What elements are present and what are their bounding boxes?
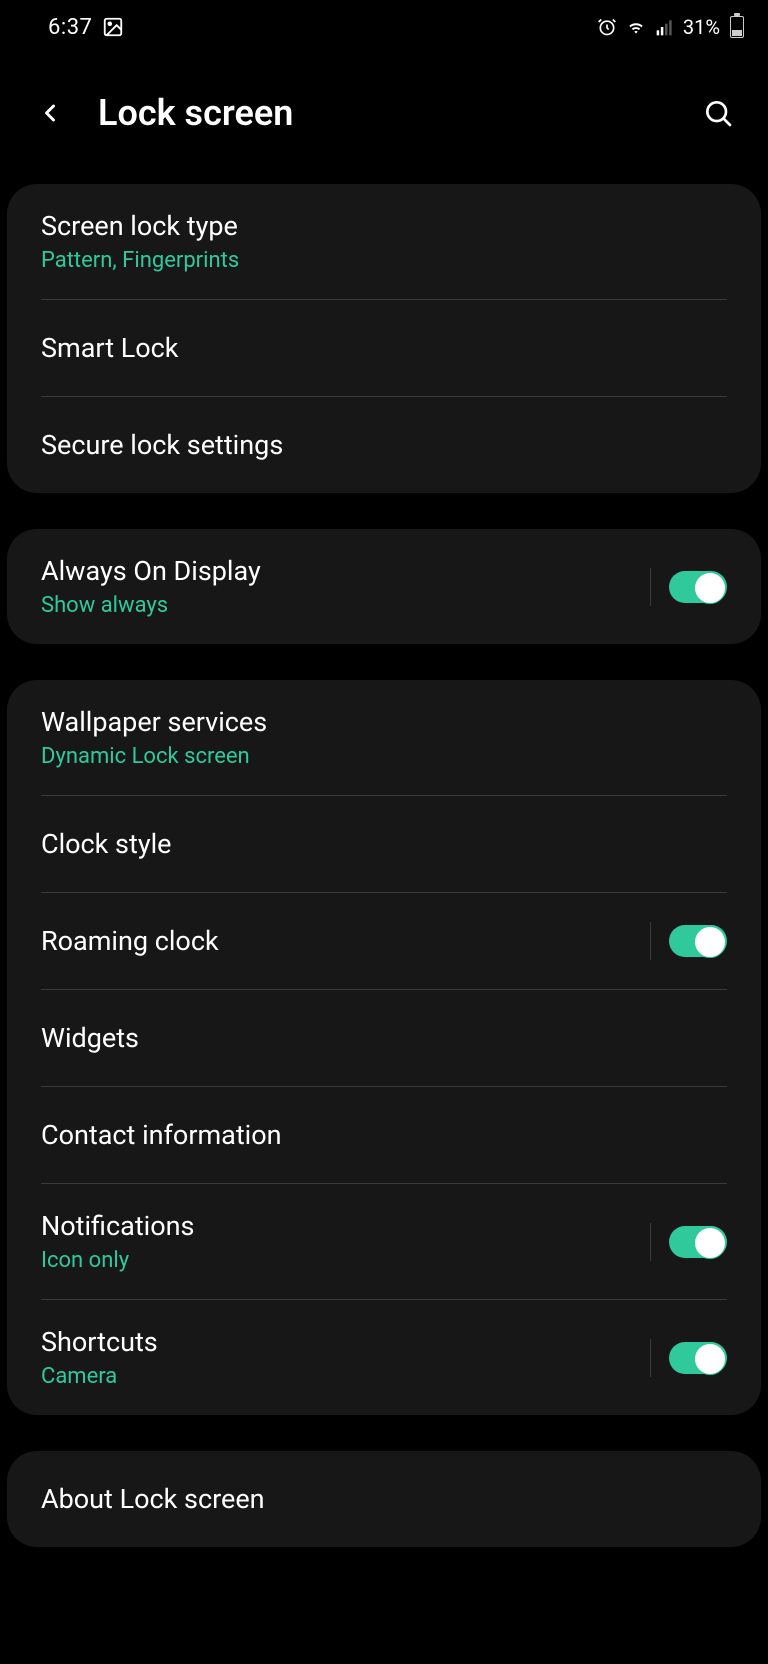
row-roaming-clock[interactable]: Roaming clock xyxy=(7,893,761,989)
row-title: Widgets xyxy=(41,1022,727,1054)
settings-group: Always On Display Show always xyxy=(7,529,761,644)
settings-group: Wallpaper services Dynamic Lock screen C… xyxy=(7,680,761,1415)
toggle-roaming-clock[interactable] xyxy=(669,925,727,957)
search-button[interactable] xyxy=(698,93,738,133)
row-shortcuts[interactable]: Shortcuts Camera xyxy=(7,1300,761,1415)
chevron-left-icon xyxy=(36,99,64,127)
row-subtitle: Show always xyxy=(41,593,632,618)
settings-group: About Lock screen xyxy=(7,1451,761,1547)
row-title: Wallpaper services xyxy=(41,706,727,738)
status-bar: 6:37 31% xyxy=(0,0,768,52)
row-title: Smart Lock xyxy=(41,332,727,364)
alarm-icon xyxy=(597,17,617,37)
row-title: Contact information xyxy=(41,1119,727,1151)
row-notifications[interactable]: Notifications Icon only xyxy=(7,1184,761,1299)
row-title: Notifications xyxy=(41,1210,632,1242)
row-screen-lock-type[interactable]: Screen lock type Pattern, Fingerprints xyxy=(7,184,761,299)
toggle-separator xyxy=(650,922,651,960)
row-title: Screen lock type xyxy=(41,210,727,242)
row-contact-information[interactable]: Contact information xyxy=(7,1087,761,1183)
row-subtitle: Icon only xyxy=(41,1248,632,1273)
toggle-shortcuts[interactable] xyxy=(669,1342,727,1374)
toggle-separator xyxy=(650,568,651,606)
row-smart-lock[interactable]: Smart Lock xyxy=(7,300,761,396)
row-clock-style[interactable]: Clock style xyxy=(7,796,761,892)
row-always-on-display[interactable]: Always On Display Show always xyxy=(7,529,761,644)
picture-icon xyxy=(102,16,124,38)
row-title: Shortcuts xyxy=(41,1326,632,1358)
toggle-separator xyxy=(650,1339,651,1377)
wifi-icon xyxy=(625,17,647,37)
settings-group: Screen lock type Pattern, Fingerprints S… xyxy=(7,184,761,493)
battery-percent: 31% xyxy=(683,15,720,39)
row-subtitle: Camera xyxy=(41,1364,632,1389)
row-title: Clock style xyxy=(41,828,727,860)
page-header: Lock screen xyxy=(0,52,768,184)
row-title: Roaming clock xyxy=(41,925,632,957)
status-time: 6:37 xyxy=(48,15,92,40)
row-secure-lock-settings[interactable]: Secure lock settings xyxy=(7,397,761,493)
row-title: About Lock screen xyxy=(41,1483,727,1515)
row-title: Always On Display xyxy=(41,555,632,587)
row-subtitle: Dynamic Lock screen xyxy=(41,744,727,769)
row-subtitle: Pattern, Fingerprints xyxy=(41,248,727,273)
back-button[interactable] xyxy=(30,93,70,133)
row-widgets[interactable]: Widgets xyxy=(7,990,761,1086)
page-title: Lock screen xyxy=(98,92,670,134)
signal-icon xyxy=(655,17,675,37)
toggle-always-on-display[interactable] xyxy=(669,571,727,603)
row-wallpaper-services[interactable]: Wallpaper services Dynamic Lock screen xyxy=(7,680,761,795)
row-about-lock-screen[interactable]: About Lock screen xyxy=(7,1451,761,1547)
toggle-separator xyxy=(650,1223,651,1261)
toggle-notifications[interactable] xyxy=(669,1226,727,1258)
settings-content: Screen lock type Pattern, Fingerprints S… xyxy=(0,184,768,1547)
battery-icon xyxy=(730,16,744,38)
row-title: Secure lock settings xyxy=(41,429,727,461)
search-icon xyxy=(702,97,734,129)
